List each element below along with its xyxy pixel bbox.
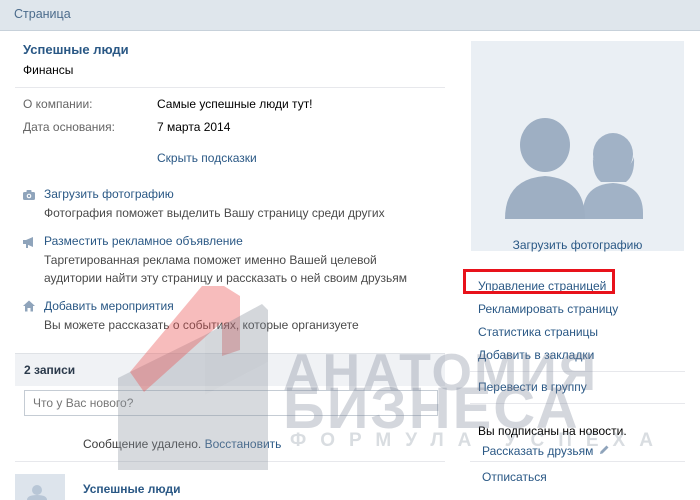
founded-value: 7 марта 2014 <box>157 120 231 134</box>
divider <box>470 403 685 404</box>
founded-label: Дата основания: <box>23 120 115 134</box>
camera-icon <box>23 190 35 200</box>
place-ad-tip-text: Таргетированная реклама поможет именно В… <box>44 253 408 285</box>
hide-tips-link[interactable]: Скрыть подсказки <box>157 151 257 165</box>
about-value: Самые успешные люди тут! <box>157 97 313 111</box>
upload-photo-tip-link[interactable]: Загрузить фотографию <box>44 187 174 201</box>
post-avatar[interactable] <box>15 474 65 500</box>
home-icon <box>23 300 35 312</box>
place-ad-tip-link[interactable]: Разместить рекламное объявление <box>44 234 243 248</box>
upload-photo-label: Загрузить фотографию <box>512 238 643 252</box>
restore-link[interactable]: Восстановить <box>205 437 282 451</box>
posts-header: 2 записи <box>15 353 445 386</box>
page-statistics-link[interactable]: Статистика страницы <box>478 325 598 339</box>
page-name: Успешные люди <box>23 42 129 57</box>
pencil-icon[interactable] <box>598 444 610 456</box>
avatar-silhouette-icon <box>27 485 47 500</box>
deleted-text: Сообщение удалено. <box>83 437 202 451</box>
add-bookmark-link[interactable]: Добавить в закладки <box>478 348 594 362</box>
megaphone-icon <box>23 237 33 248</box>
manage-page-highlight <box>463 269 615 294</box>
page-header-title: Страница <box>14 7 71 21</box>
add-events-tip-text: Вы можете рассказать о событиях, которые… <box>44 318 359 332</box>
about-label: О компании: <box>23 97 93 111</box>
divider <box>470 371 685 372</box>
deleted-message: Сообщение удалено. Восстановить <box>83 437 281 451</box>
upload-photo-placeholder[interactable]: Загрузить фотографию <box>471 41 684 252</box>
unsubscribe-link[interactable]: Отписаться <box>482 470 547 484</box>
people-silhouette-icon <box>505 118 643 219</box>
posts-count: 2 записи <box>24 363 76 377</box>
divider <box>15 461 445 462</box>
main-content: Успешные люди Финансы О компании: Самые … <box>0 31 700 500</box>
transfer-to-group-link[interactable]: Перевести в группу <box>478 380 587 394</box>
advertise-page-link[interactable]: Рекламировать страницу <box>478 302 618 316</box>
new-post-input[interactable] <box>24 390 438 416</box>
divider <box>470 461 685 462</box>
divider <box>15 87 445 88</box>
tell-friends-link[interactable]: Рассказать друзьям <box>482 444 593 458</box>
post-author-link[interactable]: Успешные люди <box>83 482 181 496</box>
add-events-tip-link[interactable]: Добавить мероприятия <box>44 299 174 313</box>
page-category: Финансы <box>23 63 74 77</box>
subscribed-status: Вы подписаны на новости. <box>478 424 627 438</box>
page-header-bar: Страница <box>0 0 700 31</box>
upload-photo-tip-text: Фотография поможет выделить Вашу страниц… <box>44 206 385 220</box>
